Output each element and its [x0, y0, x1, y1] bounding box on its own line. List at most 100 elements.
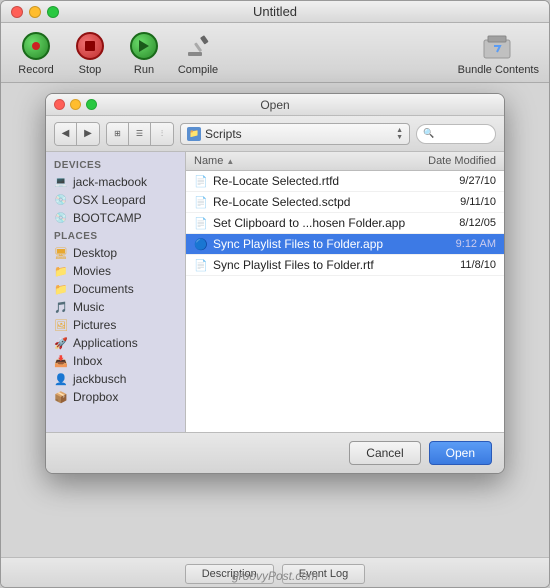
sidebar-item-applications[interactable]: 🚀 Applications	[46, 334, 185, 352]
sidebar-item-pictures[interactable]: 🖼 Pictures	[46, 316, 185, 334]
sidebar-item-jack-macbook[interactable]: 💻 jack-macbook	[46, 173, 185, 191]
dialog-minimize[interactable]	[70, 99, 81, 110]
close-button[interactable]	[11, 6, 23, 18]
file-date: 9:12 AM	[406, 238, 496, 250]
stop-label: Stop	[79, 64, 102, 76]
maximize-button[interactable]	[47, 6, 59, 18]
file-script-icon: 📄	[194, 195, 208, 209]
file-app-icon: 🔵	[194, 237, 208, 251]
file-row[interactable]: 📄 Set Clipboard to ...hosen Folder.app 8…	[186, 213, 504, 234]
user-icon: 👤	[54, 372, 68, 386]
back-button[interactable]: ◀	[55, 123, 77, 145]
file-name: Sync Playlist Files to Folder.rtf	[213, 258, 406, 272]
applications-icon: 🚀	[54, 336, 68, 350]
list-view-button[interactable]: ☰	[129, 123, 151, 145]
sidebar-item-osx-leopard[interactable]: 💿 OSX Leopard	[46, 191, 185, 209]
sidebar-label-music: Music	[73, 300, 104, 314]
file-name: Re-Locate Selected.rtfd	[213, 174, 406, 188]
open-dialog: Open ◀ ▶ ⊞ ☰ ⫶ 📁 Scripts ▲	[45, 93, 505, 474]
column-name-header: Name ▲	[194, 155, 396, 167]
sidebar-item-desktop[interactable]: 🖥 Desktop	[46, 244, 185, 262]
file-list-container: Name ▲ Date Modified 📄 Re-Locate Selecte…	[186, 152, 504, 432]
dialog-toolbar: ◀ ▶ ⊞ ☰ ⫶ 📁 Scripts ▲ ▼ 🔍	[46, 116, 504, 152]
file-rtfd-icon: 📄	[194, 174, 208, 188]
compile-label: Compile	[178, 64, 218, 76]
location-label: Scripts	[205, 127, 396, 141]
dialog-close[interactable]	[54, 99, 65, 110]
sidebar-item-inbox[interactable]: 📥 Inbox	[46, 352, 185, 370]
file-row[interactable]: 📄 Re-Locate Selected.sctpd 9/11/10	[186, 192, 504, 213]
file-rtf-icon: 📄	[194, 258, 208, 272]
sidebar-label-osx-leopard: OSX Leopard	[73, 193, 146, 207]
dialog-traffic-lights	[54, 99, 97, 110]
open-button[interactable]: Open	[429, 441, 492, 465]
sidebar-item-documents[interactable]: 📁 Documents	[46, 280, 185, 298]
column-view-button[interactable]: ⫶	[151, 123, 173, 145]
icon-view-button[interactable]: ⊞	[107, 123, 129, 145]
file-row[interactable]: 📄 Re-Locate Selected.rtfd 9/27/10	[186, 171, 504, 192]
sidebar-label-jack-macbook: jack-macbook	[73, 175, 147, 189]
location-folder-icon: 📁	[187, 127, 201, 141]
devices-section-label: DEVICES	[46, 156, 185, 173]
run-button[interactable]: Run	[119, 30, 169, 76]
file-list-header: Name ▲ Date Modified	[186, 152, 504, 171]
nav-buttons: ◀ ▶	[54, 122, 100, 146]
sidebar-item-jackbusch[interactable]: 👤 jackbusch	[46, 370, 185, 388]
window-title: Untitled	[253, 4, 297, 19]
location-selector[interactable]: 📁 Scripts ▲ ▼	[180, 123, 410, 145]
traffic-lights	[11, 6, 59, 18]
sidebar: DEVICES 💻 jack-macbook 💿 OSX Leopard 💿 B…	[46, 152, 186, 432]
minimize-button[interactable]	[29, 6, 41, 18]
sidebar-label-dropbox: Dropbox	[73, 390, 118, 404]
compile-button[interactable]: Compile	[173, 30, 223, 76]
sidebar-item-music[interactable]: 🎵 Music	[46, 298, 185, 316]
file-list: 📄 Re-Locate Selected.rtfd 9/27/10 📄 Re-L…	[186, 171, 504, 432]
sort-arrow-icon: ▲	[226, 157, 234, 166]
run-icon	[128, 30, 160, 62]
file-app-icon: 📄	[194, 216, 208, 230]
disk-icon: 💻	[54, 175, 68, 189]
sidebar-label-pictures: Pictures	[73, 318, 116, 332]
sidebar-label-bootcamp: BOOTCAMP	[73, 211, 142, 225]
cancel-button[interactable]: Cancel	[349, 441, 420, 465]
sidebar-item-movies[interactable]: 📁 Movies	[46, 262, 185, 280]
title-bar: Untitled	[1, 1, 549, 23]
stop-icon	[74, 30, 106, 62]
dialog-title-bar: Open	[46, 94, 504, 116]
file-name: Set Clipboard to ...hosen Folder.app	[213, 216, 406, 230]
bundle-contents-button[interactable]: Bundle Contents	[458, 30, 539, 76]
dropbox-icon: 📦	[54, 390, 68, 404]
column-date-header: Date Modified	[396, 155, 496, 167]
disk-icon: 💿	[54, 211, 68, 225]
view-buttons: ⊞ ☰ ⫶	[106, 122, 174, 146]
sidebar-label-inbox: Inbox	[73, 354, 102, 368]
toolbar: Record Stop Run Compile	[1, 23, 549, 83]
location-chevron-icon: ▲ ▼	[396, 127, 403, 141]
watermark: groovyPost.com	[1, 569, 549, 583]
file-date: 9/11/10	[406, 196, 496, 208]
search-box[interactable]: 🔍	[416, 124, 496, 144]
file-name: Re-Locate Selected.sctpd	[213, 195, 406, 209]
file-row[interactable]: 📄 Sync Playlist Files to Folder.rtf 11/8…	[186, 255, 504, 276]
sidebar-item-bootcamp[interactable]: 💿 BOOTCAMP	[46, 209, 185, 227]
sidebar-label-desktop: Desktop	[73, 246, 117, 260]
sidebar-label-applications: Applications	[73, 336, 138, 350]
file-date: 11/8/10	[406, 259, 496, 271]
stop-button[interactable]: Stop	[65, 30, 115, 76]
sidebar-item-dropbox[interactable]: 📦 Dropbox	[46, 388, 185, 406]
folder-icon: 📁	[54, 264, 68, 278]
file-name: Sync Playlist Files to Folder.app	[213, 237, 406, 251]
search-icon: 🔍	[423, 128, 434, 139]
forward-button[interactable]: ▶	[77, 123, 99, 145]
dialog-title: Open	[260, 98, 289, 112]
record-button[interactable]: Record	[11, 30, 61, 76]
sidebar-label-documents: Documents	[73, 282, 134, 296]
run-label: Run	[134, 64, 154, 76]
record-label: Record	[18, 64, 53, 76]
dialog-body: DEVICES 💻 jack-macbook 💿 OSX Leopard 💿 B…	[46, 152, 504, 432]
file-row-selected[interactable]: 🔵 Sync Playlist Files to Folder.app 9:12…	[186, 234, 504, 255]
bundle-icon	[480, 30, 516, 62]
dialog-maximize[interactable]	[86, 99, 97, 110]
file-date: 8/12/05	[406, 217, 496, 229]
main-window: Untitled Record Stop Run	[0, 0, 550, 588]
